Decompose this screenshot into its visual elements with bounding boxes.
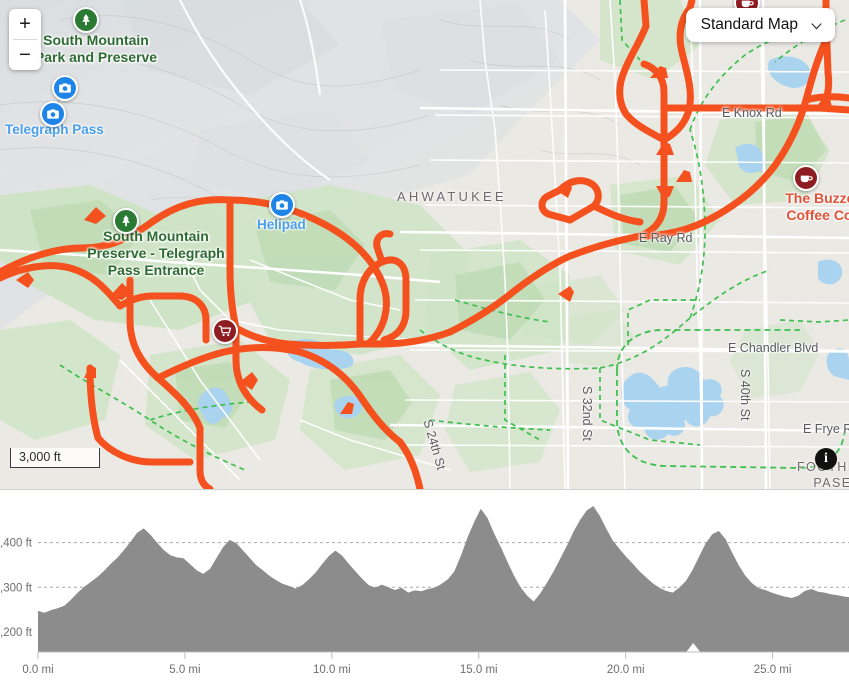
chart-y-axis: 1,200 ft 1,300 ft 1,400 ft xyxy=(0,538,33,639)
coffee-cup-icon xyxy=(800,175,813,183)
camera-icon xyxy=(47,109,59,119)
zoom-controls[interactable]: + − xyxy=(9,9,41,70)
info-button[interactable]: i xyxy=(815,448,837,470)
chart-area-series xyxy=(38,506,849,652)
svg-text:1,300 ft: 1,300 ft xyxy=(0,582,33,594)
elevation-profile-chart[interactable]: 1,200 ft 1,300 ft 1,400 ft 0.0 mi 5.0 mi 10.… xyxy=(0,489,849,686)
map-style-label: Standard Map xyxy=(700,16,798,33)
camera-icon xyxy=(59,83,71,93)
scale-bar: 3,000 ft xyxy=(10,448,100,468)
svg-text:1,200 ft: 1,200 ft xyxy=(0,627,33,639)
map-canvas[interactable]: South Mountain Park and Preserve South M… xyxy=(0,0,849,489)
scale-bar-label: 3,000 ft xyxy=(19,450,61,464)
svg-text:1,400 ft: 1,400 ft xyxy=(0,538,33,550)
map-tiles xyxy=(0,0,849,489)
camera-pin-upper[interactable] xyxy=(52,75,78,101)
chart-x-axis: 0.0 mi 5.0 mi 10.0 mi 15.0 mi 20.0 mi 25.0 mi xyxy=(22,651,849,676)
route-map-app: South Mountain Park and Preserve South M… xyxy=(0,0,849,686)
tree-pin-south-mountain-park[interactable] xyxy=(73,7,99,33)
zoom-out-button[interactable]: − xyxy=(9,40,41,70)
shopping-cart-icon xyxy=(218,325,232,337)
svg-text:0.0 mi: 0.0 mi xyxy=(22,664,53,676)
camera-pin-helipad[interactable] xyxy=(269,192,295,218)
cart-pin-shopping[interactable] xyxy=(212,318,238,344)
tree-icon xyxy=(122,215,130,227)
coffee-pin-buzzed-goat[interactable] xyxy=(793,165,819,191)
tree-pin-telegraph-pass-entrance[interactable] xyxy=(113,208,139,234)
elevation-svg: 1,200 ft 1,300 ft 1,400 ft 0.0 mi 5.0 mi 10.… xyxy=(0,506,849,676)
zoom-in-button[interactable]: + xyxy=(9,9,41,39)
camera-icon xyxy=(276,200,288,210)
svg-text:25.0 mi: 25.0 mi xyxy=(754,664,792,676)
info-icon: i xyxy=(824,451,828,466)
svg-text:5.0 mi: 5.0 mi xyxy=(169,664,200,676)
tree-icon xyxy=(82,14,90,26)
svg-text:10.0 mi: 10.0 mi xyxy=(313,664,351,676)
svg-text:20.0 mi: 20.0 mi xyxy=(607,664,645,676)
map-style-selector[interactable]: Standard Map xyxy=(685,8,835,42)
svg-text:15.0 mi: 15.0 mi xyxy=(460,664,498,676)
camera-pin-telegraph-pass[interactable] xyxy=(40,101,66,127)
chevron-down-icon xyxy=(811,22,822,29)
